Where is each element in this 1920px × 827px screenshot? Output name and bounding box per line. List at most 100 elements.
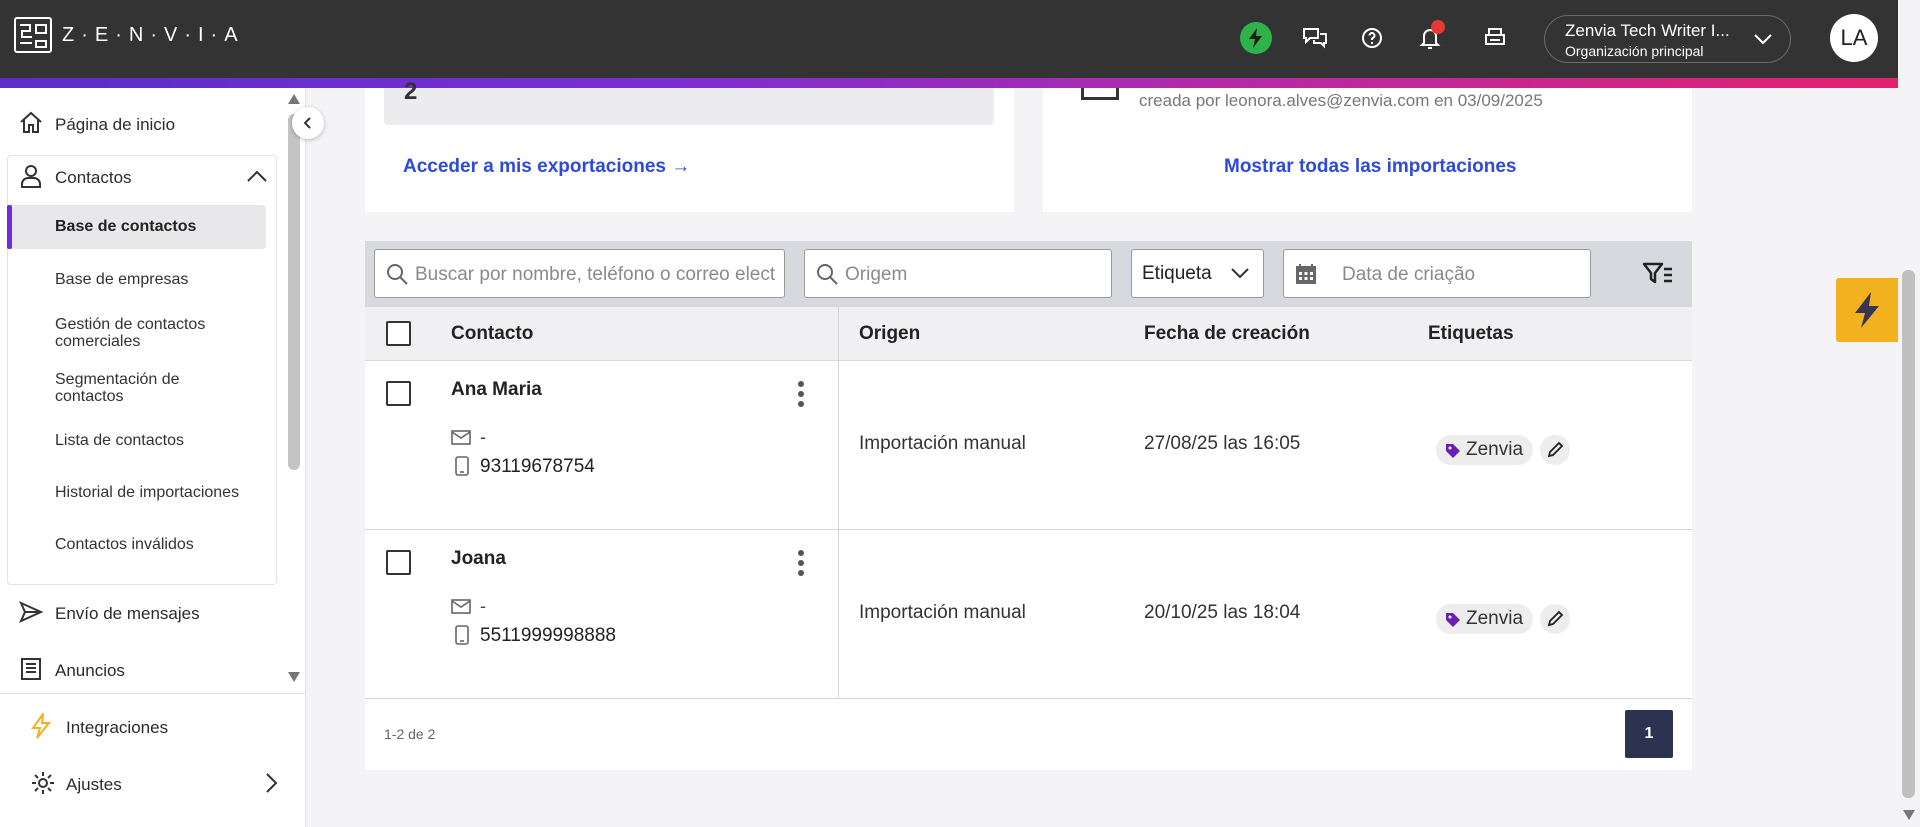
tag-icon [1446,613,1460,627]
sidebar-subitem-contacts-base[interactable]: Base de contactos [55,218,196,235]
tag-chip[interactable]: Zenvia [1436,435,1534,465]
chevron-down-icon [1752,28,1774,55]
sidebar-item-label: Integraciones [66,718,169,737]
sidebar-item-label: Envío de mensajes [55,604,200,623]
column-header-tags[interactable]: Etiquetas [1428,323,1514,345]
import-file-icon [1081,88,1119,100]
sidebar-subitem-commercial-contacts[interactable]: Gestión de contactos comerciales [55,316,245,350]
tag-select[interactable]: Etiqueta [1131,249,1264,298]
person-icon [18,163,44,194]
search-placeholder: Buscar por nombre, teléfono o correo ele… [415,264,776,285]
contact-phone: 93119678754 [480,456,595,477]
lightning-icon [30,709,52,744]
scroll-up-arrow-icon [288,94,300,104]
column-header-contact[interactable]: Contacto [451,323,533,345]
origin-placeholder: Origem [845,264,908,285]
sidebar-subitem-invalid-contacts[interactable]: Contactos inválidos [55,536,194,553]
chat-icon[interactable] [1300,23,1330,53]
quick-integrations-button[interactable] [1836,278,1898,342]
chevron-up-icon[interactable] [246,168,268,188]
sidebar-subitem-contact-list[interactable]: Lista de contactos [55,432,184,449]
column-header-creation-date[interactable]: Fecha de creación [1144,323,1310,345]
sidebar-item-settings[interactable]: Ajustes [0,765,280,805]
sidebar-item-label: Ajustes [66,775,122,794]
phone-icon [455,456,469,481]
pagination-summary: 1-2 de 2 [384,726,436,742]
import-created-by-text: creada por leonora.alves@zenvia.com en 0… [1139,91,1543,110]
row-more-options-icon[interactable] [798,550,806,576]
origin-input[interactable]: Origem [804,249,1112,298]
table-header: Contacto Origen Fecha de creación Etique… [365,307,1692,361]
printer-icon[interactable] [1480,23,1510,53]
help-icon[interactable] [1357,23,1387,53]
zenvia-logo-icon[interactable] [14,17,52,53]
tag-label: Zenvia [1466,608,1524,629]
contact-created-date: 20/10/25 las 18:04 [1144,602,1301,623]
contact-origin: Importación manual [859,433,1026,454]
contact-name[interactable]: Joana [451,548,506,570]
phone-icon [455,625,469,650]
tag-label: Zenvia [1466,439,1524,460]
contact-origin: Importación manual [859,602,1026,623]
tag-chip[interactable]: Zenvia [1436,604,1534,634]
sidebar-active-indicator [7,205,12,249]
search-icon [385,262,409,291]
mail-icon [451,599,471,619]
notifications-bell-icon[interactable] [1415,20,1445,53]
contact-email: - [480,427,486,447]
row-checkbox[interactable] [386,550,411,575]
edit-tags-button[interactable] [1540,604,1570,634]
sidebar-item-label: Contactos [55,168,132,187]
sidebar-subitem-companies-base[interactable]: Base de empresas [55,271,188,288]
organization-selector[interactable]: Zenvia Tech Writer I... Organización pri… [1544,15,1791,63]
contact-name[interactable]: Ana Maria [451,379,542,401]
user-avatar[interactable]: LA [1830,14,1878,62]
scroll-down-arrow-icon [1903,810,1915,820]
filter-settings-icon[interactable] [1642,261,1674,292]
scroll-down-arrow-icon [288,672,300,682]
organization-name: Zenvia Tech Writer I... [1565,21,1730,40]
sidebar-item-ads[interactable]: Anuncios [0,651,280,691]
sidebar-item-send-messages[interactable]: Envío de mensajes [0,594,280,634]
sidebar-scrollbar-thumb[interactable] [288,114,300,470]
row-checkbox[interactable] [386,381,411,406]
column-header-origin[interactable]: Origen [859,323,920,345]
show-all-imports-link[interactable]: Mostrar todas las importaciones [1224,156,1516,178]
organization-subtitle: Organización principal [1565,43,1704,59]
table-row: Ana Maria - 93119678754 Importación manu… [365,361,1692,530]
select-all-checkbox[interactable] [386,321,411,346]
collapse-sidebar-button[interactable] [292,107,324,139]
pencil-icon [1547,441,1564,458]
exports-count: 2 [404,78,418,105]
table-row: Joana - 5511999998888 Importación manual… [365,530,1692,699]
exports-count-box: 2 [384,78,994,125]
sidebar-subitem-segmentation[interactable]: Segmentación de contactos [55,371,245,405]
contacts-table: Contacto Origen Fecha de creación Etique… [365,307,1692,770]
sidebar-item-contacts[interactable]: Contactos [0,158,280,198]
contact-email: - [480,596,486,616]
sidebar: Página de inicio Contactos Base de conta… [0,88,324,827]
creation-date-input[interactable]: Data de criação [1283,249,1591,298]
document-icon [18,656,44,687]
sidebar-item-home[interactable]: Página de inicio [0,105,280,145]
zenvia-bolt-status-icon[interactable] [1240,22,1272,54]
creation-date-placeholder: Data de criação [1342,264,1476,285]
brand-gradient-bar [0,78,1898,88]
contact-created-date: 27/08/25 las 16:05 [1144,433,1301,454]
edit-tags-button[interactable] [1540,435,1570,465]
filter-bar: Buscar por nombre, teléfono o correo ele… [365,241,1692,307]
home-icon [18,110,44,141]
top-bar: Z·E·N·V·I·A Zenvia Tech Writer I... Orga… [0,0,1898,78]
zenvia-logo-text: Z·E·N·V·I·A [62,24,245,46]
sidebar-divider [0,693,305,694]
access-exports-link[interactable]: Acceder a mis exportaciones → [403,156,690,178]
lightning-icon [1855,292,1879,328]
sidebar-item-label: Anuncios [55,661,125,680]
page-scrollbar-thumb[interactable] [1902,270,1915,798]
sidebar-subitem-import-history[interactable]: Historial de importaciones [55,484,239,501]
row-more-options-icon[interactable] [798,381,806,407]
sidebar-item-integrations[interactable]: Integraciones [0,708,280,748]
sidebar-item-label: Página de inicio [55,115,176,134]
page-button-current[interactable]: 1 [1625,710,1673,758]
search-input[interactable]: Buscar por nombre, teléfono o correo ele… [374,249,785,298]
